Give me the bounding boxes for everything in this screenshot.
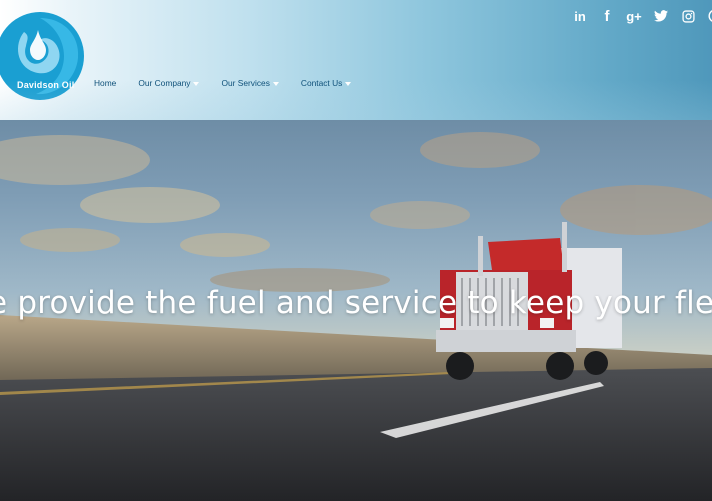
linkedin-icon[interactable]: in (572, 8, 588, 24)
nav-contact-us[interactable]: Contact Us (300, 78, 352, 88)
facebook-icon[interactable]: f (599, 8, 615, 25)
social-bar: in f g+ (572, 8, 712, 25)
nav-contact-us-label: Contact Us (300, 78, 343, 88)
nav-our-company-label: Our Company (138, 78, 191, 88)
brand-name: Davidson Oil (17, 80, 75, 90)
site-header: Davidson Oil Home Our Company Our Servic… (0, 0, 712, 120)
google-plus-icon[interactable]: g+ (626, 8, 642, 24)
hero-headline: e provide the fuel and service to keep y… (0, 285, 712, 321)
main-nav: Home Our Company Our Services Contact Us (94, 78, 373, 88)
nav-home[interactable]: Home (94, 78, 116, 88)
chevron-down-icon (193, 81, 200, 86)
nav-our-services[interactable]: Our Services (221, 78, 279, 88)
nav-our-services-label: Our Services (221, 78, 270, 88)
nav-our-company[interactable]: Our Company (138, 78, 200, 88)
other-social-icon[interactable] (707, 8, 712, 24)
twitter-icon[interactable] (653, 8, 669, 24)
chevron-down-icon (272, 81, 279, 86)
davidson-oil-logo[interactable] (0, 10, 86, 102)
instagram-icon[interactable] (680, 8, 696, 24)
nav-home-label: Home (94, 78, 117, 88)
hero-banner: e provide the fuel and service to keep y… (0, 120, 712, 501)
chevron-down-icon (345, 81, 352, 86)
